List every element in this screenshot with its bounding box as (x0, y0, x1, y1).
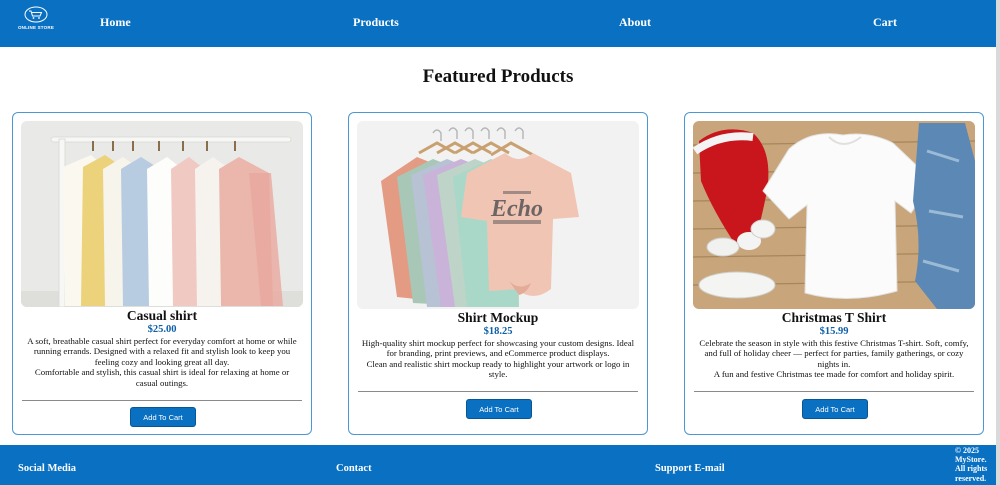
product-description: High-quality shirt mockup perfect for sh… (359, 338, 637, 380)
product-card-shirt-mockup: Echo Shirt Mockup $18.25 High-quality sh… (348, 112, 648, 435)
product-name: Shirt Mockup (457, 310, 539, 325)
footer-contact-link[interactable]: Contact (336, 463, 372, 474)
shirts-on-rack-photo (21, 121, 303, 307)
logo-text: ONLINE STORE (17, 25, 55, 30)
product-name: Christmas T Shirt (781, 310, 887, 325)
shopping-cart-icon (24, 6, 48, 23)
card-divider (694, 391, 974, 392)
copyright-text: © 2025 MyStore. All rights reserved. (955, 446, 988, 483)
card-divider (358, 391, 638, 392)
description-text: Celebrate the season in style with this … (699, 338, 969, 369)
nav-home-link[interactable]: Home (100, 15, 131, 30)
navbar: ONLINE STORE Home Products About Cart (0, 0, 996, 47)
product-name: Casual shirt (126, 308, 198, 323)
product-description: A soft, breathable casual shirt perfect … (23, 336, 301, 388)
product-price: $25.00 (147, 324, 177, 335)
window-edge (996, 0, 1000, 485)
product-image: Echo (357, 121, 639, 309)
card-divider (22, 400, 302, 401)
product-description: Celebrate the season in style with this … (695, 338, 973, 380)
add-to-cart-button[interactable]: Add To Cart (466, 399, 532, 419)
nav-about-link[interactable]: About (619, 15, 651, 30)
product-price: $18.25 (483, 326, 513, 337)
nav-products-link[interactable]: Products (353, 15, 399, 30)
page-title: Featured Products (422, 66, 574, 87)
tagline-text: Comfortable and stylish, this casual shi… (34, 367, 290, 388)
christmas-tshirt-flatlay-photo (693, 121, 975, 309)
tshirt-mockup-photo: Echo (357, 121, 639, 309)
product-card-casual-shirt: Casual shirt $25.00 A soft, breathable c… (12, 112, 312, 435)
add-to-cart-button[interactable]: Add To Cart (130, 407, 196, 427)
footer-support-email-link[interactable]: Support E-mail (655, 463, 725, 474)
tagline-text: Clean and realistic shirt mockup ready t… (366, 358, 630, 380)
product-card-christmas-t-shirt: Christmas T Shirt $15.99 Celebrate the s… (684, 112, 984, 435)
store-logo[interactable]: ONLINE STORE (14, 6, 58, 34)
nav-cart-link[interactable]: Cart (873, 15, 897, 30)
add-to-cart-button[interactable]: Add To Cart (802, 399, 868, 419)
tagline-text: A fun and festive Christmas tee made for… (713, 369, 955, 380)
product-image (693, 121, 975, 309)
description-text: A soft, breathable casual shirt perfect … (27, 336, 297, 367)
mockup-print-text: Echo (490, 196, 543, 222)
product-image (21, 121, 303, 307)
description-text: High-quality shirt mockup perfect for sh… (361, 338, 635, 359)
footer-social-media-link[interactable]: Social Media (18, 463, 76, 474)
footer: Social Media Contact Support E-mail © 20… (0, 445, 996, 485)
product-price: $15.99 (819, 326, 849, 337)
